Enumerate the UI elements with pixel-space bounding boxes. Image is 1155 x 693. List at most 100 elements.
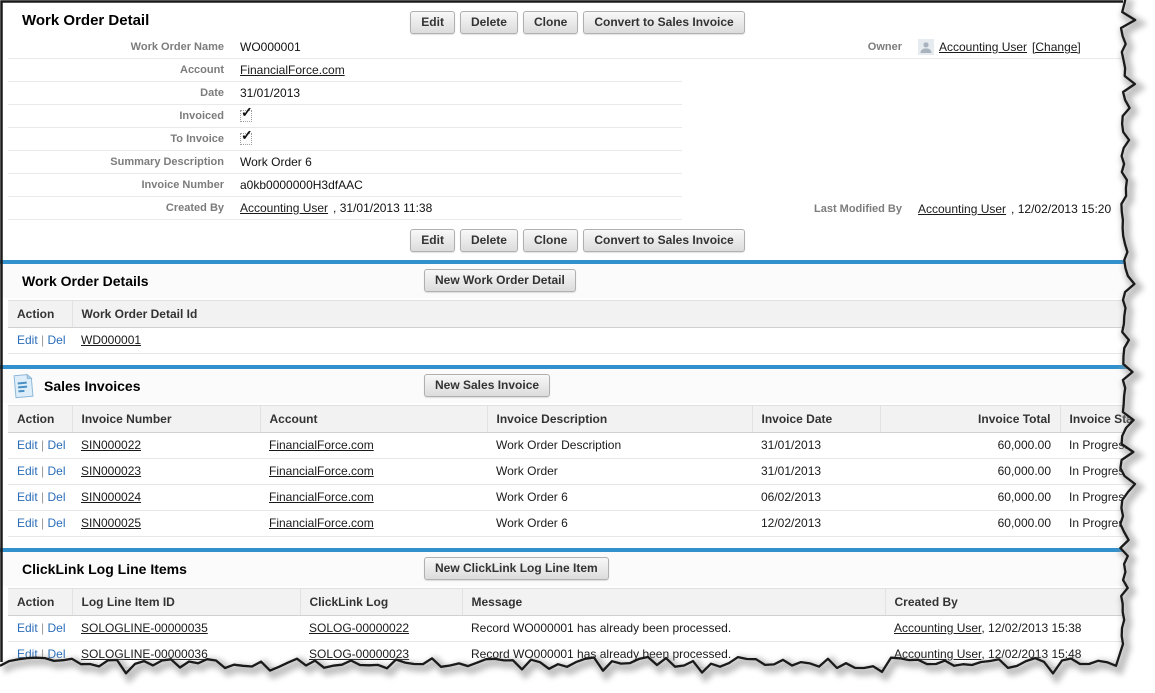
cell-clicklink-log: SOLOG-00000024 bbox=[300, 668, 462, 693]
edit-button[interactable]: Edit bbox=[410, 229, 455, 252]
cell-invoice-date: 06/02/2013 bbox=[752, 485, 880, 511]
field-row-created-by: Created ByAccounting User , 31/01/2013 11… bbox=[8, 197, 682, 220]
cell-invoice-description: Work Order bbox=[487, 459, 752, 485]
record-link[interactable]: SOLOGLINE-00000036 bbox=[81, 647, 208, 661]
column-header-account[interactable]: Account bbox=[260, 406, 487, 433]
field-value-text: 31/01/2013 bbox=[240, 86, 300, 100]
table-row: Edit | DelSIN000023FinancialForce.comWor… bbox=[8, 459, 1155, 485]
column-header-message[interactable]: Message bbox=[462, 589, 885, 616]
column-header-clicklink-log[interactable]: ClickLink Log bbox=[300, 589, 462, 616]
del-link[interactable]: Del bbox=[47, 516, 65, 530]
record-link[interactable]: SOLOGLINE-00000037 bbox=[81, 673, 208, 687]
cell-clicklink-log: SOLOG-00000023 bbox=[300, 642, 462, 668]
cell-log-line-item-id: SOLOGLINE-00000036 bbox=[72, 642, 300, 668]
top-action-buttons: EditDeleteCloneConvert to Sales Invoice bbox=[410, 11, 744, 34]
record-link[interactable]: SIN000023 bbox=[81, 464, 141, 478]
cell-created-by: Accounting User, 12/02/2013 15:38 bbox=[885, 616, 1155, 642]
record-link[interactable]: SOLOG-00000023 bbox=[309, 647, 409, 661]
user-link[interactable]: Accounting User bbox=[894, 647, 981, 661]
edit-link[interactable]: Edit bbox=[17, 621, 38, 635]
related-list-table: ActionInvoice NumberAccountInvoice Descr… bbox=[8, 405, 1155, 537]
table-row: Edit | DelSOLOGLINE-00000036SOLOG-000000… bbox=[8, 642, 1155, 668]
convert-to-sales-invoice-button[interactable]: Convert to Sales Invoice bbox=[583, 11, 744, 34]
record-link[interactable]: SOLOG-00000022 bbox=[309, 621, 409, 635]
last-modified-datetime: , 12/02/2013 15:20 bbox=[1011, 202, 1111, 216]
record-link[interactable]: SIN000022 bbox=[81, 438, 141, 452]
record-link[interactable]: FinancialForce.com bbox=[269, 516, 374, 530]
record-link[interactable]: FinancialForce.com bbox=[269, 490, 374, 504]
edit-link[interactable]: Edit bbox=[17, 490, 38, 504]
field-value-text: , 31/01/2013 11:38 bbox=[333, 201, 432, 215]
field-value: ✓ bbox=[240, 110, 252, 122]
record-link[interactable]: FinancialForce.com bbox=[269, 438, 374, 452]
new-clicklink-log-line-item-button[interactable]: New ClickLink Log Line Item bbox=[424, 557, 609, 580]
del-link[interactable]: Del bbox=[47, 673, 65, 687]
edit-link[interactable]: Edit bbox=[17, 516, 38, 530]
field-value: WO000001 bbox=[240, 40, 301, 54]
column-header-action[interactable]: Action bbox=[8, 589, 72, 616]
del-link[interactable]: Del bbox=[47, 333, 65, 347]
record-link[interactable]: SOLOG-00000024 bbox=[309, 673, 409, 687]
table-row: Edit | DelSIN000022FinancialForce.comWor… bbox=[8, 433, 1155, 459]
column-header-action[interactable]: Action bbox=[8, 406, 72, 433]
column-header-invoice-total[interactable]: Invoice Total bbox=[880, 406, 1060, 433]
field-row-invoiced: Invoiced✓ bbox=[8, 105, 682, 128]
record-link[interactable]: SIN000025 bbox=[81, 516, 141, 530]
del-link[interactable]: Del bbox=[47, 438, 65, 452]
column-header-work-order-detail-id[interactable]: Work Order Detail Id bbox=[72, 301, 1155, 328]
column-header-invoice-description[interactable]: Invoice Description bbox=[487, 406, 752, 433]
delete-button[interactable]: Delete bbox=[460, 11, 518, 34]
user-link[interactable]: Accounting User bbox=[894, 621, 981, 635]
record-link[interactable]: SIN000024 bbox=[81, 490, 141, 504]
column-header-log-line-item-id[interactable]: Log Line Item ID bbox=[72, 589, 300, 616]
column-header-invoice-date[interactable]: Invoice Date bbox=[752, 406, 880, 433]
field-value: Accounting User , 31/01/2013 11:38 bbox=[240, 201, 432, 215]
cell-invoice-date: 31/01/2013 bbox=[752, 433, 880, 459]
checkmark-icon: ✓ bbox=[241, 127, 253, 144]
last-modified-user-link[interactable]: Accounting User bbox=[918, 202, 1006, 216]
edit-link[interactable]: Edit bbox=[17, 673, 38, 687]
section-title: Work Order Details bbox=[22, 273, 149, 289]
edit-link[interactable]: Edit bbox=[17, 438, 38, 452]
field-row-to-invoice: To Invoice✓ bbox=[8, 128, 682, 151]
field-row-account: AccountFinancialForce.com bbox=[8, 59, 682, 82]
related-list-sales-invoices: Sales Invoices New Sales Invoice ActionI… bbox=[0, 365, 1155, 548]
user-link[interactable]: Accounting User bbox=[240, 201, 328, 215]
column-header-invoice-status[interactable]: Invoice Status bbox=[1060, 406, 1155, 433]
cell-message: Record WO000001 has already been process… bbox=[462, 642, 885, 668]
field-label: Created By bbox=[8, 202, 240, 214]
new-work-order-detail-button[interactable]: New Work Order Detail bbox=[424, 269, 576, 292]
edit-link[interactable]: Edit bbox=[17, 647, 38, 661]
cell-work-order-detail-id: WD000001 bbox=[72, 328, 1155, 354]
del-link[interactable]: Del bbox=[47, 464, 65, 478]
cell-created-by: Accounting User, 12/02/2013 15:48 bbox=[885, 642, 1155, 668]
clone-button[interactable]: Clone bbox=[523, 11, 578, 34]
field-value-text: WO000001 bbox=[240, 40, 301, 54]
record-link[interactable]: SOLOGLINE-00000035 bbox=[81, 621, 208, 635]
record-link[interactable]: WD000001 bbox=[81, 333, 141, 347]
clone-button[interactable]: Clone bbox=[523, 229, 578, 252]
column-header-action[interactable]: Action bbox=[8, 301, 72, 328]
field-row-work-order-name: Work Order NameWO000001 bbox=[8, 36, 682, 59]
del-link[interactable]: Del bbox=[47, 647, 65, 661]
del-link[interactable]: Del bbox=[47, 490, 65, 504]
action-cell: Edit | Del bbox=[8, 485, 72, 511]
field-value-text: Work Order 6 bbox=[240, 155, 312, 169]
new-sales-invoice-button[interactable]: New Sales Invoice bbox=[424, 374, 550, 397]
edit-link[interactable]: Edit bbox=[17, 333, 38, 347]
field-row-summary-description: Summary DescriptionWork Order 6 bbox=[8, 151, 682, 174]
table-header-row: ActionInvoice NumberAccountInvoice Descr… bbox=[8, 406, 1155, 433]
user-link[interactable]: Accounting User bbox=[894, 673, 981, 687]
column-header-invoice-number[interactable]: Invoice Number bbox=[72, 406, 260, 433]
owner-user-link[interactable]: Accounting User bbox=[939, 40, 1027, 54]
edit-link[interactable]: Edit bbox=[17, 464, 38, 478]
column-header-created-by[interactable]: Created By bbox=[885, 589, 1155, 616]
field-value-link[interactable]: FinancialForce.com bbox=[240, 63, 345, 77]
cell-invoice-total: 60,000.00 bbox=[880, 485, 1060, 511]
del-link[interactable]: Del bbox=[47, 621, 65, 635]
delete-button[interactable]: Delete bbox=[460, 229, 518, 252]
edit-button[interactable]: Edit bbox=[410, 11, 455, 34]
record-link[interactable]: FinancialForce.com bbox=[269, 464, 374, 478]
convert-to-sales-invoice-button[interactable]: Convert to Sales Invoice bbox=[583, 229, 744, 252]
owner-change-link[interactable]: [Change] bbox=[1032, 40, 1081, 54]
